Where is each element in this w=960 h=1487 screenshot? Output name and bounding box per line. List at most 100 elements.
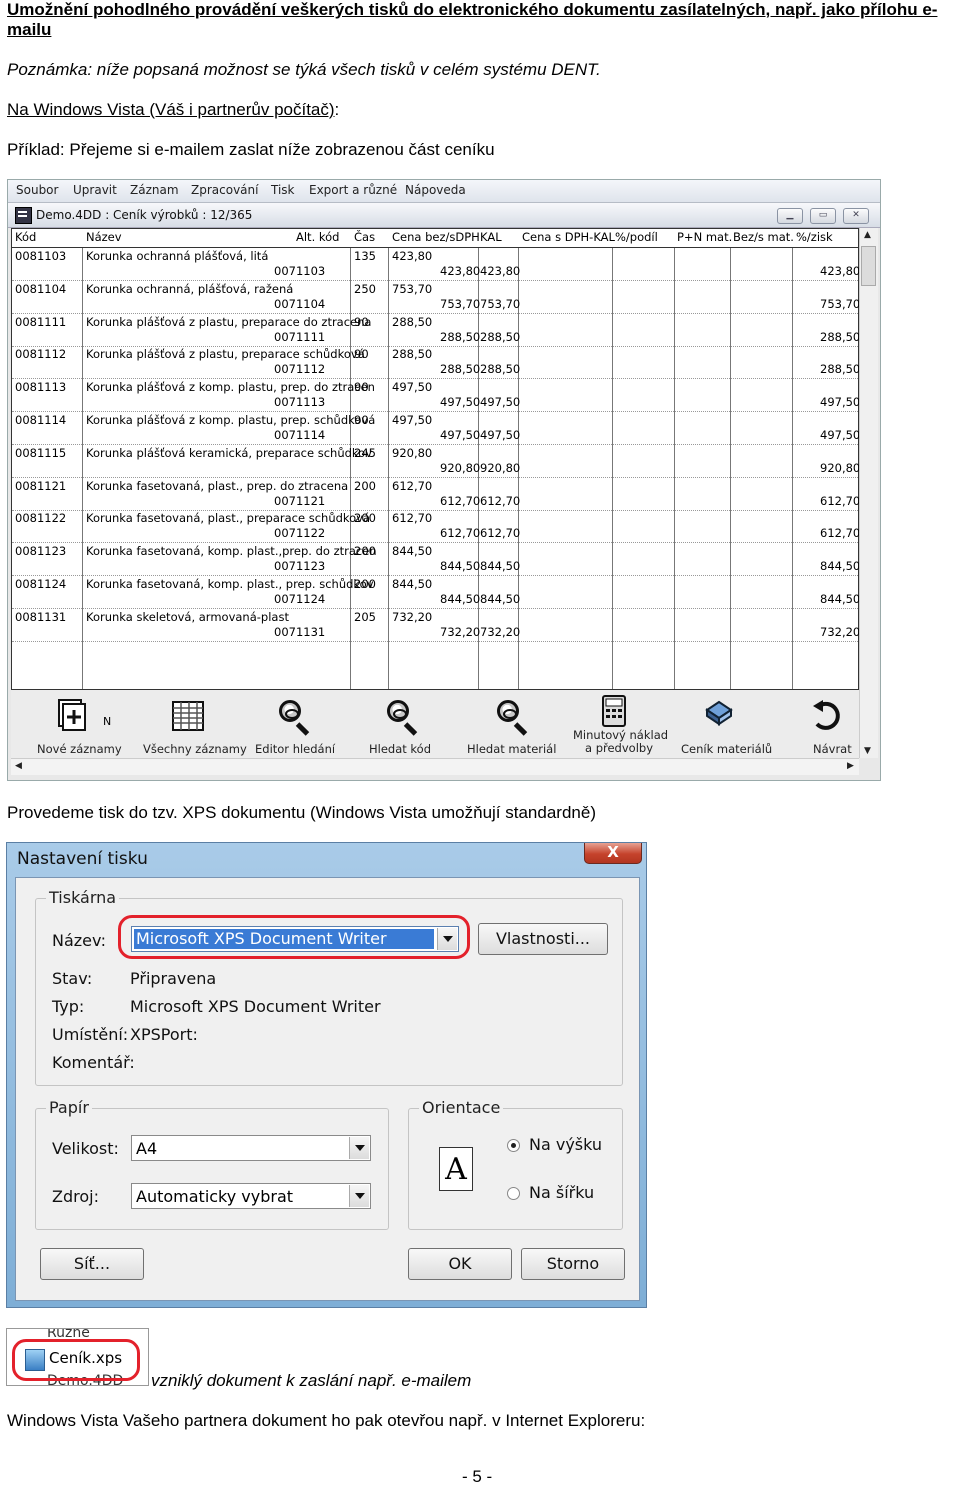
ok-button[interactable]: OK (408, 1248, 512, 1280)
menu-zpracovani[interactable]: Zpracování (191, 183, 258, 197)
table-row[interactable]: 0081111 Korunka plášťová z plastu, prepar… (12, 314, 861, 347)
table-row[interactable]: 0081124 Korunka fasetovaná, komp. plast.,… (12, 576, 860, 609)
example-text: Příklad: Přejeme si e-mailem zaslat níže… (7, 140, 495, 159)
scroll-down-icon[interactable]: ▼ (864, 746, 871, 756)
cell-cena-bez: 844,50 (440, 592, 481, 606)
col-zisk[interactable]: %/zisk (796, 230, 833, 244)
table-row[interactable]: 0081115 Korunka plášťová keramická, prepa… (12, 445, 860, 478)
scroll-up-icon[interactable]: ▲ (864, 230, 871, 240)
cell-kod: 0081104 (15, 281, 67, 296)
cell-cas: 135 (354, 249, 376, 263)
new-records-button[interactable]: N Nové záznamy (31, 690, 122, 758)
cell-alt-kod: 0071112 (274, 362, 326, 377)
col-cas[interactable]: Čas (354, 230, 375, 244)
paper-size-select[interactable]: A4 (131, 1135, 371, 1161)
cell-zisk: 497,50 (820, 395, 861, 410)
cell-kod: 0081122 (15, 511, 67, 526)
section-heading: Na Windows Vista (Váš i partnerův počíta… (7, 100, 339, 120)
cell-kal: 844,50 (480, 592, 521, 606)
minimize-icon[interactable]: ▁ (777, 208, 803, 224)
cell-nazev: Korunka skeletová, armovaná-plast (86, 609, 289, 624)
material-price-button[interactable]: Ceník materiálů (675, 690, 772, 758)
cell-nazev: Korunka fasetovaná, komp. plast., prep. … (86, 577, 374, 591)
cell-kod: 0081114 (15, 413, 67, 427)
all-records-button[interactable]: Všechny záznamy (139, 690, 247, 758)
cell-cas: 90 (354, 347, 369, 362)
orientation-group: Orientace A Na výšku Na šířku (408, 1098, 623, 1230)
cell-kal: 612,70 (480, 526, 521, 541)
cancel-button[interactable]: Storno (521, 1248, 625, 1280)
search-code-label: Hledat kód (369, 742, 432, 756)
col-bez-s-mat[interactable]: Bez/s mat. (733, 230, 794, 244)
table-row[interactable]: 0081104 Korunka ochranná, plášťová, ražen… (12, 281, 860, 314)
properties-button[interactable]: Vlastnosti... (478, 923, 608, 955)
table-row[interactable]: 0081123 Korunka fasetovaná, komp. plast.,… (12, 543, 860, 577)
cell-zisk: 288,50 (820, 329, 861, 344)
col-podil[interactable]: %/podíl (615, 230, 658, 244)
menu-napoveda[interactable]: Nápoveda (405, 183, 466, 197)
chevron-down-icon[interactable] (349, 1185, 369, 1207)
menu-tisk[interactable]: Tisk (271, 183, 295, 197)
back-button[interactable]: Návrat (795, 690, 855, 758)
table-header: Kód Název Alt. kód Čas Cena bez/sDPH KAL… (12, 229, 858, 248)
table-row[interactable]: 0081103 Korunka ochranná plášťová, litá 00… (12, 248, 860, 281)
scroll-right-icon[interactable]: ▶ (847, 761, 854, 771)
minute-cost-label-1: Minutový náklad (573, 728, 669, 742)
horizontal-scrollbar[interactable]: ◀ ▶ (11, 758, 859, 775)
search-editor-button[interactable]: Editor hledání (251, 690, 341, 758)
menu-zaznam[interactable]: Záznam (130, 183, 179, 197)
cell-cena-bez: 612,70 (440, 526, 481, 541)
cell-alt-kod: 0071122 (274, 526, 326, 541)
cell-cas: 90 (354, 413, 369, 427)
table-row[interactable]: 0081121 Korunka fasetovaná, plast., prep.… (12, 478, 860, 511)
col-alt-kod[interactable]: Alt. kód (296, 230, 339, 244)
cell-alt-kod: 0071114 (274, 428, 326, 442)
dent-window-screenshot: Soubor Upravit Záznam Zpracování Tisk Ex… (7, 179, 881, 781)
col-kal[interactable]: KAL (480, 230, 502, 244)
col-kod[interactable]: Kód (15, 230, 36, 244)
table-row[interactable]: 0081114 Korunka plášťová z komp. plastu, … (12, 412, 860, 445)
cell-alt-kod: 0071124 (274, 592, 326, 606)
cell-kal: 732,20 (480, 624, 521, 639)
maximize-icon[interactable]: ▭ (810, 208, 836, 224)
print-setup-dialog: Nastavení tisku X Tiskárna Název: Micros… (6, 842, 647, 1308)
search-material-button[interactable]: Hledat materiál (461, 690, 561, 758)
cell-kod: 0081112 (15, 347, 67, 362)
col-pn-mat[interactable]: P+N mat. (677, 230, 732, 244)
menu-upravit[interactable]: Upravit (73, 183, 117, 197)
menu-export[interactable]: Export a různé (309, 183, 397, 197)
table-row[interactable]: 0081122 Korunka fasetovaná, plast., prepa… (12, 510, 860, 544)
col-cena-s-dph[interactable]: Cena s DPH-KAL (522, 230, 615, 244)
cell-nazev: Korunka ochranná, plášťová, ražená (86, 281, 294, 296)
cell-cena-bez: 288,50 (440, 329, 481, 344)
table-row[interactable]: 0081112 Korunka plášťová z plastu, prepar… (12, 346, 860, 380)
col-nazev[interactable]: Název (86, 230, 122, 244)
table-row[interactable]: 0081131 Korunka skeletová, armovaná-plast… (12, 609, 860, 642)
vertical-scrollbar[interactable]: ▲ ▼ (859, 228, 878, 758)
close-icon[interactable]: ✕ (843, 208, 869, 224)
dialog-title: Nastavení tisku (17, 849, 148, 869)
paper-size-value: A4 (136, 1139, 158, 1158)
paper-source-select[interactable]: Automaticky vybrat (131, 1183, 371, 1209)
scroll-left-icon[interactable]: ◀ (15, 761, 22, 771)
price-list-table: Kód Název Alt. kód Čas Cena bez/sDPH KAL… (11, 228, 861, 690)
cell-alt-kod: 0071131 (274, 624, 326, 639)
minute-cost-button[interactable]: Minutový náklad a předvolby (567, 690, 669, 758)
cell-nazev: Korunka fasetovaná, plast., prep. do ztr… (86, 478, 349, 493)
row-separator (12, 640, 858, 642)
scroll-thumb[interactable] (861, 246, 876, 286)
col-cena-bez[interactable]: Cena bez/sDPH (392, 230, 480, 244)
new-records-icon (58, 699, 86, 731)
cell-cena-bez: 288,50 (440, 362, 481, 377)
chevron-down-icon[interactable] (349, 1137, 369, 1159)
cell-nazev: Korunka plášťová keramická, preparace sc… (86, 445, 373, 460)
landscape-radio[interactable] (507, 1187, 520, 1200)
table-row[interactable]: 0081113 Korunka plášťová z komp. plastu, … (12, 379, 861, 413)
cell-cena: 423,80 (392, 249, 433, 263)
dialog-close-button[interactable]: X (584, 843, 642, 864)
orientation-group-title: Orientace (419, 1098, 504, 1117)
search-code-button[interactable]: Hledat kód (361, 690, 441, 758)
portrait-radio[interactable] (507, 1139, 520, 1152)
network-button[interactable]: Síť... (40, 1248, 144, 1280)
menu-soubor[interactable]: Soubor (16, 183, 58, 197)
